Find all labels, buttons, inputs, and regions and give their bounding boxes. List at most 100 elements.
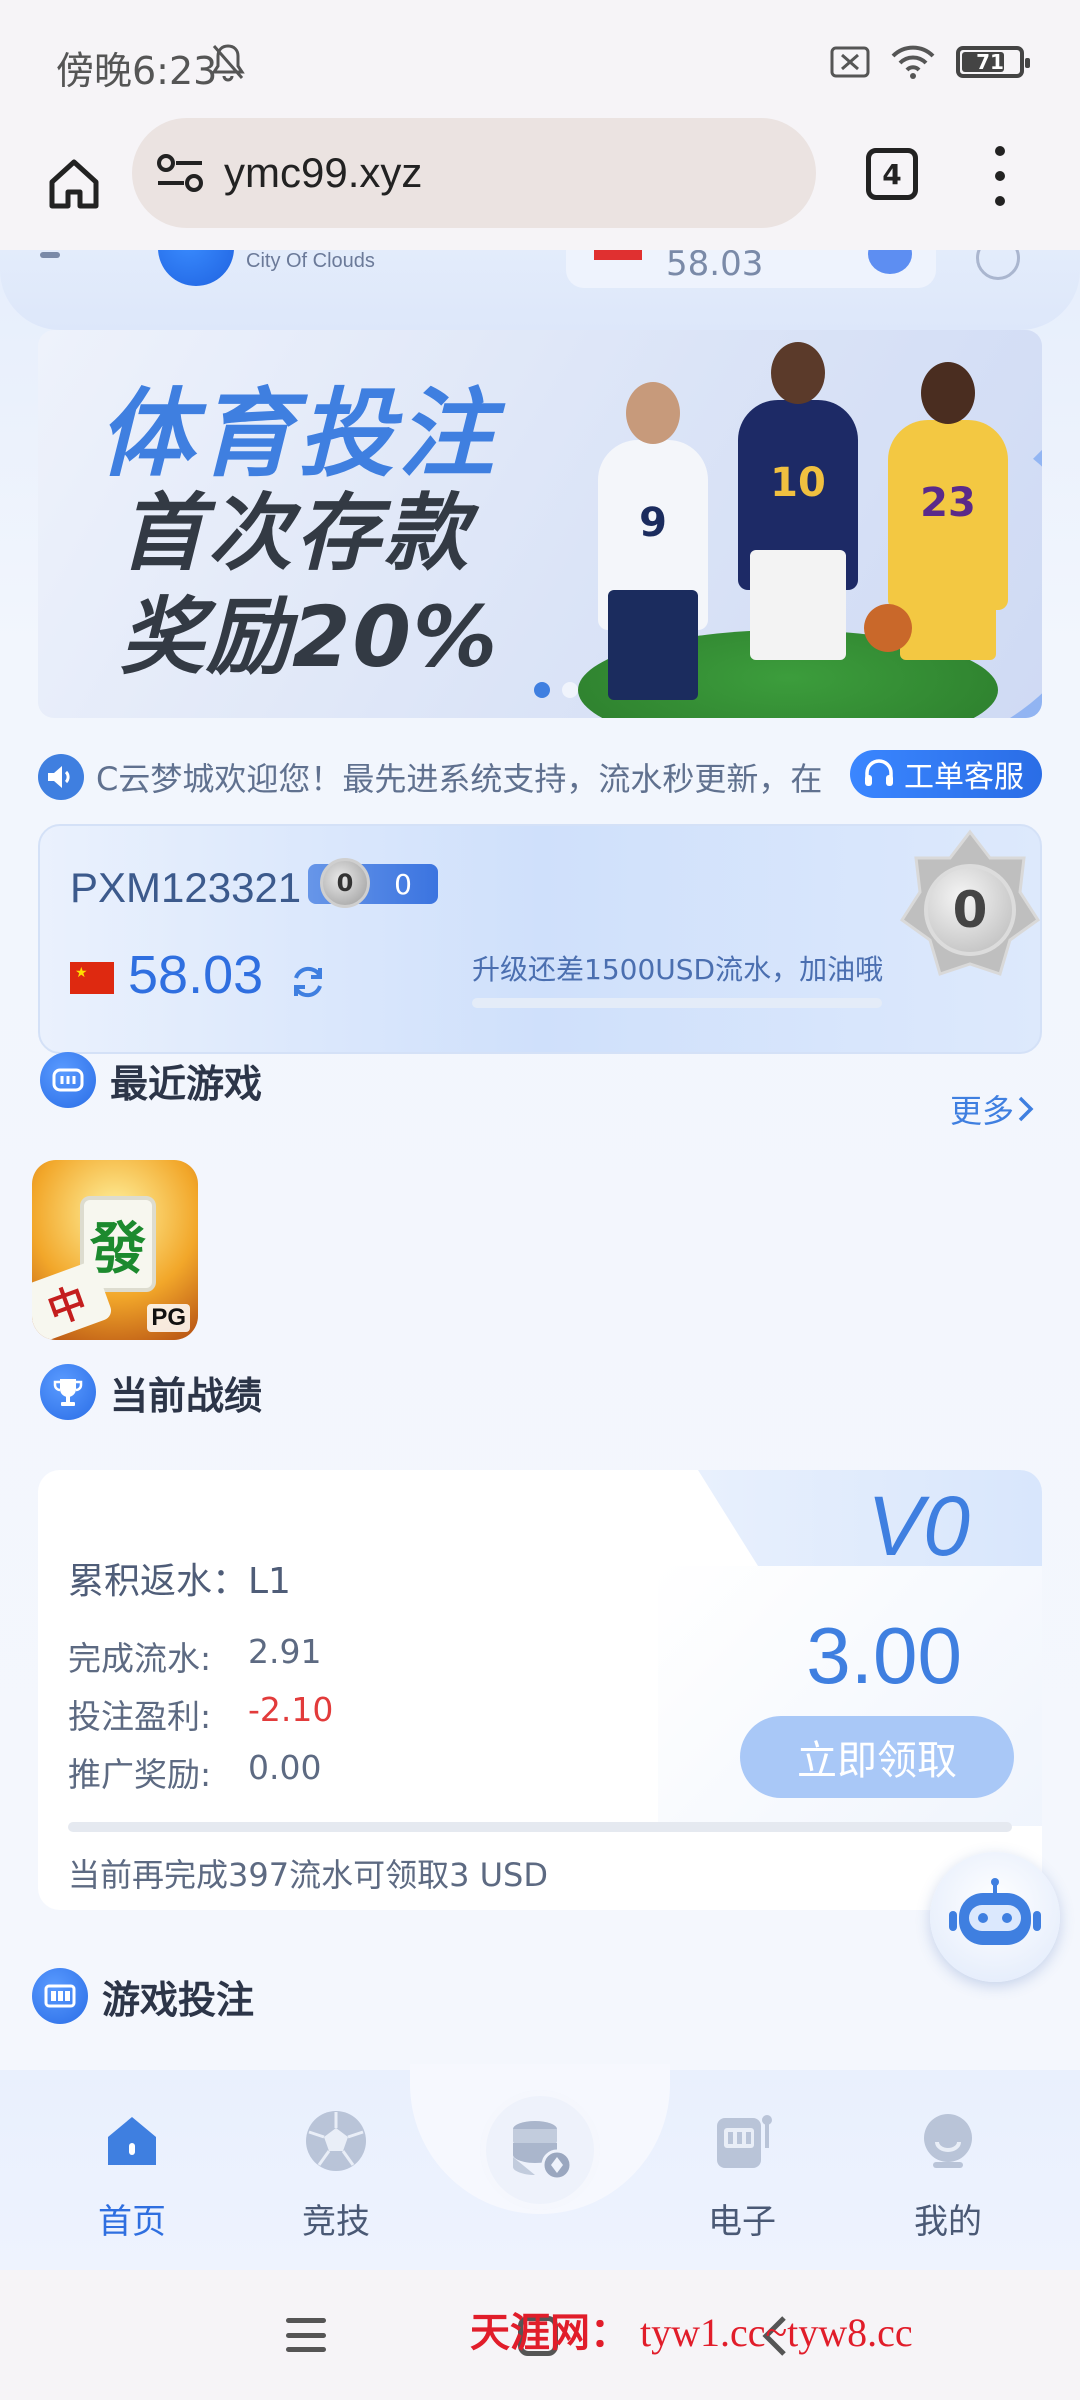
announcement-bar: C云梦城欢迎您！最先进系统支持，流水秒更新，在 工单客服 <box>38 750 1042 802</box>
status-bar: 傍晚6:23 71 <box>0 0 1080 118</box>
vip-medal-icon[interactable]: 0 <box>900 828 1040 988</box>
stat-value: 2.91 <box>248 1632 322 1671</box>
rebate-note: 当前再完成397流水可领取3 USD <box>68 1856 548 1894</box>
stat-row-turnover: 完成流水: 2.91 <box>68 1632 321 1680</box>
status-time: 傍晚6:23 <box>56 49 218 93</box>
current-record-title: 当前战绩 <box>110 1373 263 1418</box>
game-betting-header: 游戏投注 <box>32 1968 254 2024</box>
watermark-brand: 天涯网： <box>470 2310 630 2355</box>
upgrade-hint: 升级还差1500USD流水，加油哦 <box>472 953 884 986</box>
medal-level: 0 <box>924 864 1016 956</box>
nav-item-profile[interactable]: 我的 <box>848 2070 1048 2270</box>
site-watermark: 天涯网： tyw1.cc~tyw8.cc <box>470 2300 913 2358</box>
nav-item-slots[interactable]: 电子 <box>642 2070 842 2270</box>
reward-amount: 3.00 <box>806 1611 962 1700</box>
sim-off-icon <box>830 46 870 78</box>
stat-value: -2.10 <box>248 1690 334 1729</box>
vip-badge[interactable]: 0 0 <box>308 858 438 908</box>
globe-icon[interactable] <box>976 250 1020 280</box>
recent-games-title: 最近游戏 <box>110 1061 263 1106</box>
recent-apps-button[interactable] <box>286 2318 326 2352</box>
user-card: PXM123321 0 0 ★ 58.03 升级还差1500USD流水，加油哦 … <box>38 824 1042 1054</box>
nav-label: 竞技 <box>302 2202 370 2242</box>
game-betting-title: 游戏投注 <box>102 1977 255 2022</box>
claim-button[interactable]: 立即领取 <box>740 1716 1014 1798</box>
carousel-dot-active[interactable] <box>534 682 550 698</box>
site-settings-icon[interactable] <box>156 153 204 193</box>
stat-value: 0.00 <box>248 1748 322 1787</box>
watermark-domains: tyw1.cc~tyw8.cc <box>640 2310 913 2355</box>
recent-games-header: 最近游戏 <box>40 1052 262 1108</box>
vip-points: 0 <box>394 867 412 901</box>
robot-icon <box>949 1878 1041 1945</box>
more-link[interactable]: 更多 <box>950 1086 1036 1132</box>
system-navigation-bar: 天涯网： tyw1.cc~tyw8.cc <box>0 2270 1080 2400</box>
bell-muted-icon <box>211 44 245 82</box>
game-tile-mahjong-ways[interactable]: 發 中 PG <box>32 1160 198 1340</box>
vip-coin-icon: 0 <box>320 858 370 908</box>
headset-icon <box>865 759 893 786</box>
stat-row-referral: 推广奖励: 0.00 <box>68 1748 321 1796</box>
banner-player-figure: 10 <box>738 342 858 660</box>
chevron-right-icon <box>1018 1096 1034 1122</box>
gamepad-icon <box>40 1052 96 1108</box>
url-text[interactable]: ymc99.xyz <box>224 149 422 197</box>
header-balance-value: 58.03 <box>666 250 764 284</box>
promo-banner[interactable]: 体育投注 首次存款 奖励20% 9 10 23 <box>38 330 1042 718</box>
more-label[interactable]: 更多 <box>950 1086 1014 1132</box>
soccer-ball-icon <box>306 2111 366 2171</box>
slot-machine-icon <box>717 2115 772 2168</box>
banner-subline: 首次存款 <box>120 484 473 582</box>
slot-machine-icon <box>32 1968 88 2024</box>
tab-switcher-button[interactable]: 4 <box>866 148 918 200</box>
china-flag-icon: ★ <box>70 962 114 994</box>
bottom-navigation: 首页 竞技 电子 我的 <box>0 2064 1080 2270</box>
speaker-icon <box>38 754 84 800</box>
stat-label: 投注盈利: <box>68 1697 212 1736</box>
user-avatar-icon <box>924 2114 972 2168</box>
home-icon <box>49 159 99 209</box>
vip-level-tag: V0 <box>867 1479 970 1573</box>
status-icons: 71 <box>830 44 1030 80</box>
browser-toolbar: ymc99.xyz 4 <box>0 118 1080 250</box>
battery-icon: 71 <box>956 46 1030 78</box>
banner-player-figure: 23 <box>888 362 1008 660</box>
balance-amount: 58.03 <box>128 945 264 1005</box>
banner-player-figure: 9 <box>598 382 708 700</box>
refresh-icon[interactable] <box>288 962 328 1002</box>
nav-item-sports[interactable]: 竞技 <box>236 2070 436 2270</box>
stat-label: 推广奖励: <box>68 1755 212 1794</box>
ticket-support-button[interactable]: 工单客服 <box>850 750 1042 798</box>
stat-label: 完成流水: <box>68 1639 212 1678</box>
announcement-text: C云梦城欢迎您！最先进系统支持，流水秒更新，在 <box>96 760 823 798</box>
trophy-icon <box>40 1364 96 1420</box>
carousel-dot[interactable] <box>562 682 578 698</box>
record-card: V0 累积返水：L1 完成流水: 2.91 投注盈利: -2.10 推广奖励: … <box>38 1470 1042 1910</box>
nav-item-home[interactable]: 首页 <box>32 2070 232 2270</box>
coin-stack-icon <box>513 2121 573 2181</box>
rebate-progress-bar <box>68 1822 1012 1832</box>
site-header: City Of Clouds 58.03 <box>0 250 1080 330</box>
site-logo[interactable] <box>158 250 234 286</box>
address-bar[interactable]: ymc99.xyz <box>132 118 816 228</box>
banner-bonus: 奖励20% <box>120 588 500 686</box>
support-label: 工单客服 <box>904 760 1024 795</box>
browser-home-button[interactable] <box>36 146 112 222</box>
menu-icon[interactable] <box>40 252 60 258</box>
chat-robot-button[interactable] <box>930 1852 1060 1982</box>
flag-icon <box>594 250 642 260</box>
stat-row-profit: 投注盈利: -2.10 <box>68 1690 333 1738</box>
nav-label: 我的 <box>914 2202 982 2242</box>
current-record-header: 当前战绩 <box>40 1364 262 1420</box>
browser-menu-button[interactable] <box>990 146 1010 206</box>
web-page: City Of Clouds 58.03 体育投注 首次存款 奖励20% 9 1… <box>0 250 1080 2080</box>
basketball-icon <box>864 604 912 652</box>
nav-label: 首页 <box>98 2202 166 2242</box>
wifi-icon <box>891 45 935 79</box>
provider-badge: PG <box>147 1304 190 1332</box>
home-icon <box>108 2117 156 2165</box>
upgrade-progress-bar <box>472 998 882 1008</box>
username: PXM123321 <box>70 864 302 911</box>
logo-subtitle: City Of Clouds <box>246 250 375 272</box>
nav-center-deposit-button[interactable] <box>480 2090 600 2210</box>
